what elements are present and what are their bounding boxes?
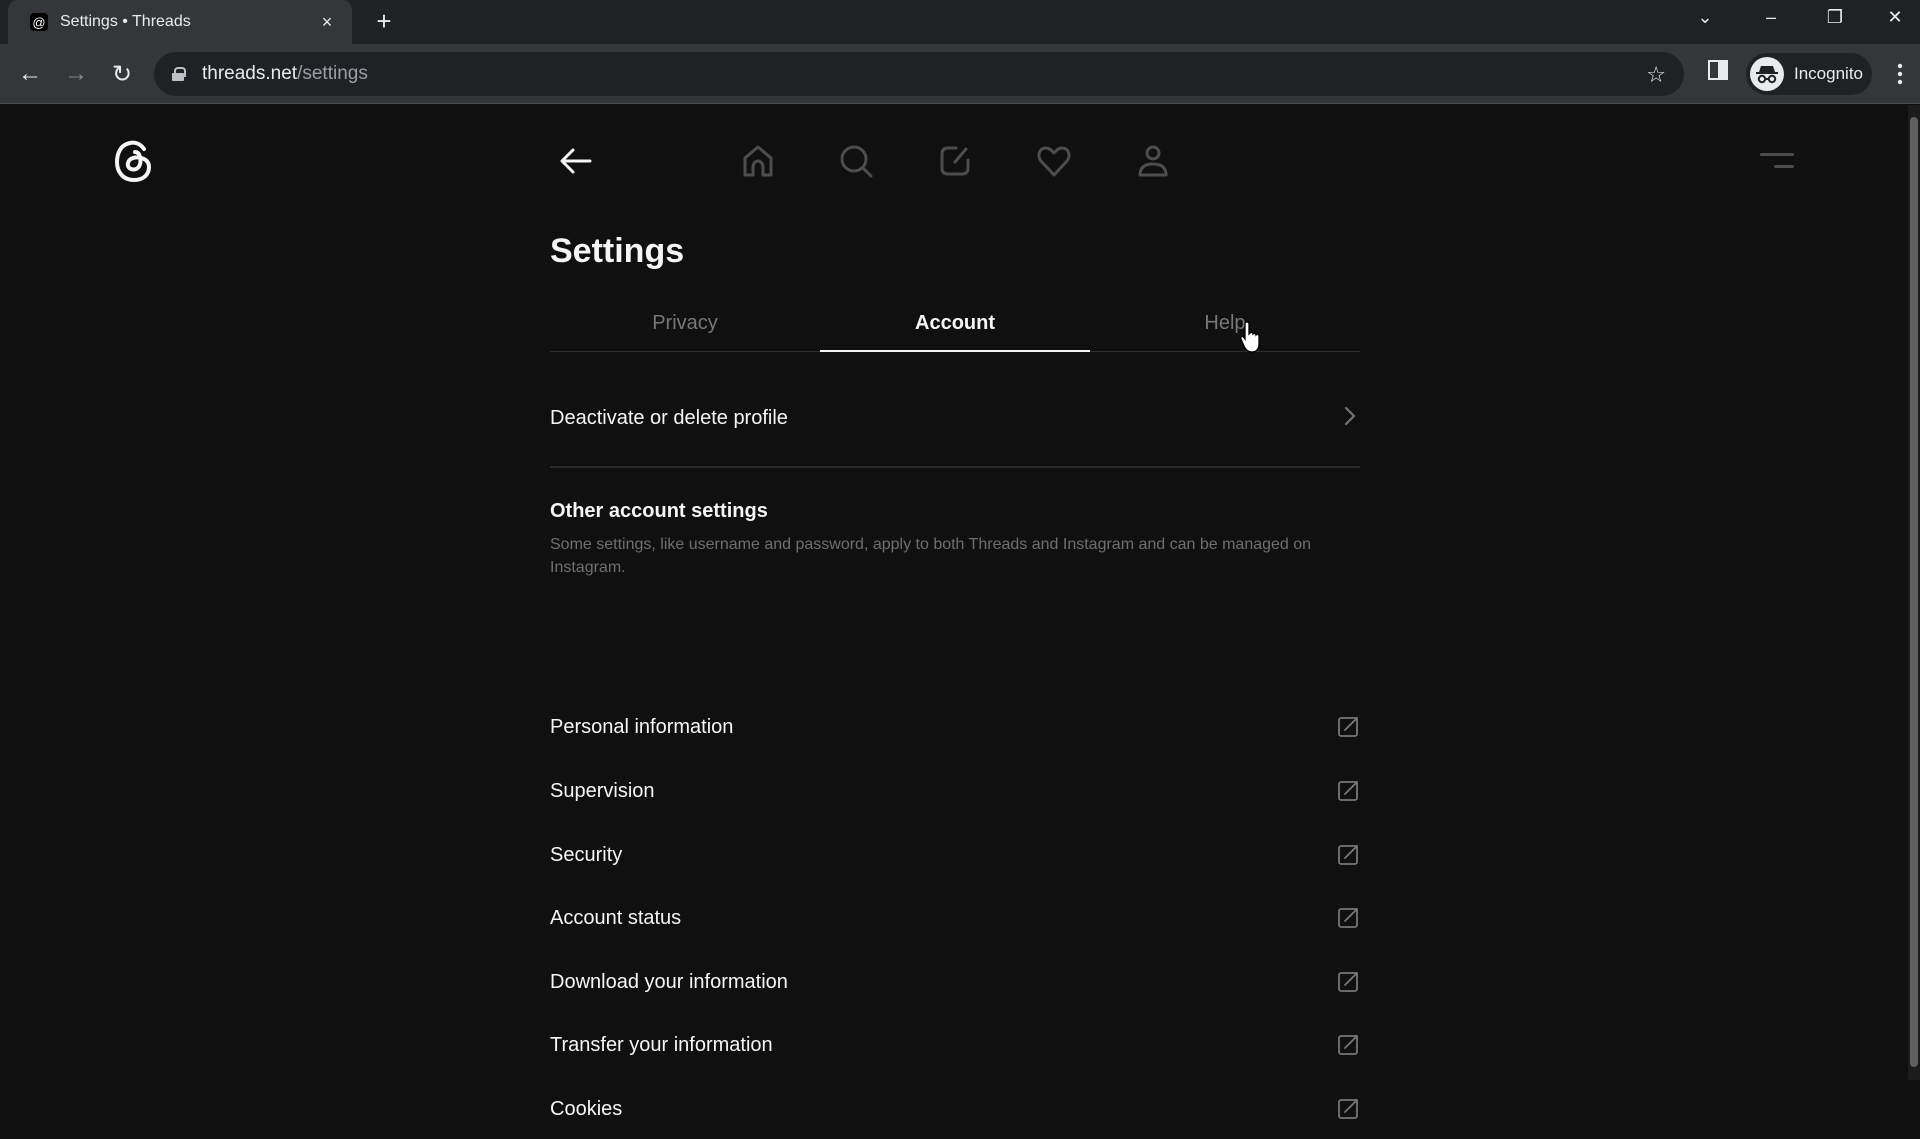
url-path: /settings [297,63,368,84]
external-link-icon [1336,779,1360,803]
external-link-icon [1336,1097,1360,1121]
tab-close-icon[interactable]: × [316,12,338,33]
external-link-icon [1336,906,1360,930]
page-title: Settings [550,232,685,270]
divider [550,466,1360,468]
restore-icon[interactable]: ❐ [1810,0,1860,34]
settings-tabs: Privacy Account Help [550,300,1360,352]
tab-help[interactable]: Help [1090,300,1360,351]
supervision-row[interactable]: Supervision [550,761,1360,821]
minimize-icon[interactable]: – [1746,0,1796,34]
home-icon[interactable] [734,137,782,185]
row-label: Personal information [550,715,734,738]
tab-search-icon[interactable]: ⌄ [1680,0,1730,34]
browser-tab-bar: @ Settings • Threads × + ⌄ – ❐ ✕ [0,0,1920,44]
threads-favicon-icon: @ [30,13,48,31]
bookmark-star-icon[interactable]: ☆ [1646,62,1666,88]
scrollbar-thumb[interactable] [1910,117,1918,1067]
browser-toolbar: ← → ↻ threads.net/settings ☆ Incognito [0,44,1920,104]
row-label: Supervision [550,779,655,802]
security-row[interactable]: Security [550,825,1360,885]
deactivate-delete-profile-row[interactable]: Deactivate or delete profile [550,388,1360,448]
incognito-label: Incognito [1794,64,1863,83]
personal-information-row[interactable]: Personal information [550,697,1360,757]
tab-privacy[interactable]: Privacy [550,300,820,351]
incognito-icon [1750,57,1784,91]
threads-page: Settings Privacy Account Help Deactivate… [0,105,1908,1120]
reload-icon[interactable]: ↻ [106,58,138,90]
row-label: Deactivate or delete profile [550,406,788,429]
url-host: threads.net [202,63,298,84]
transfer-information-row[interactable]: Transfer your information [550,1015,1360,1075]
row-label: Transfer your information [550,1033,773,1056]
cookies-row[interactable]: Cookies [550,1079,1360,1139]
tab-account[interactable]: Account [820,300,1090,352]
row-label: Account status [550,906,682,929]
external-link-icon [1336,970,1360,994]
row-label: Cookies [550,1097,623,1120]
mouse-cursor-icon [1240,320,1264,354]
section-title: Other account settings [550,500,768,522]
page-scrollbar[interactable] [1908,105,1920,1080]
profile-icon[interactable] [1129,137,1177,185]
lock-icon [172,67,186,81]
threads-logo-icon[interactable] [108,135,160,187]
address-bar[interactable]: threads.net/settings ☆ [154,52,1684,96]
forward-nav-icon[interactable]: → [60,58,92,90]
search-icon[interactable] [832,137,880,185]
account-status-row[interactable]: Account status [550,888,1360,948]
incognito-profile-button[interactable]: Incognito [1746,53,1872,95]
close-window-icon[interactable]: ✕ [1870,0,1920,34]
browser-tab[interactable]: @ Settings • Threads × [8,0,352,44]
compose-icon[interactable] [931,137,979,185]
section-description: Some settings, like username and passwor… [550,536,1312,576]
back-arrow-icon[interactable] [556,141,596,181]
activity-heart-icon[interactable] [1030,137,1078,185]
browser-menu-icon[interactable] [1896,58,1904,90]
side-panel-icon[interactable] [1708,60,1728,80]
row-label: Security [550,843,623,866]
back-nav-icon[interactable]: ← [14,58,46,90]
tab-title: Settings • Threads [60,13,191,30]
external-link-icon [1336,843,1360,867]
menu-hamburger-icon[interactable] [1758,149,1794,173]
new-tab-button[interactable]: + [370,8,398,36]
download-information-row[interactable]: Download your information [550,952,1360,1012]
external-link-icon [1336,1033,1360,1057]
row-label: Download your information [550,970,788,993]
external-link-icon [1336,715,1360,739]
chevron-right-icon [1340,404,1360,433]
